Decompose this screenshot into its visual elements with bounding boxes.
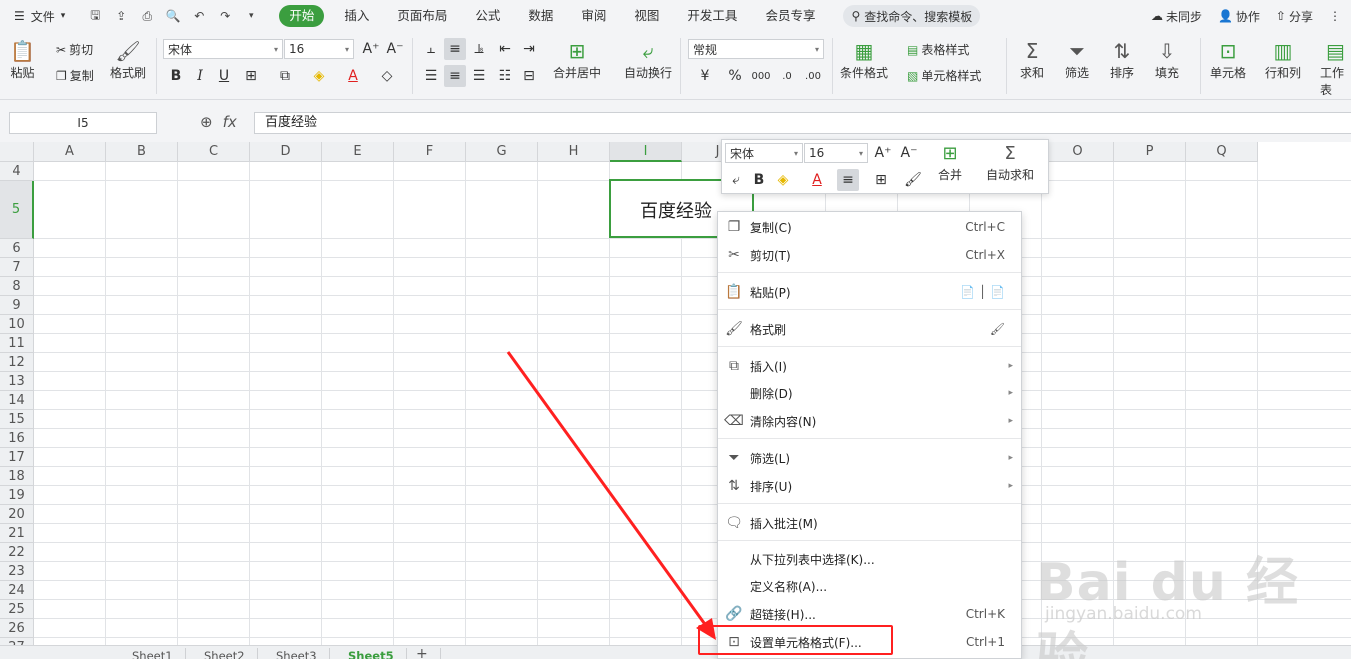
wps-spreadsheet-window: ☰ 文件 ▾ 🖫 ⇪ ⎙ 🔍 ↶ ↷ ▾ 开始 插入 页面布局 公式 数据 审阅…: [0, 0, 1351, 659]
watermark-url: jingyan.baidu.com: [1045, 604, 1202, 624]
annotation-highlight-box: [698, 625, 893, 655]
watermark-logo: Bai du 经验: [1036, 553, 1299, 659]
